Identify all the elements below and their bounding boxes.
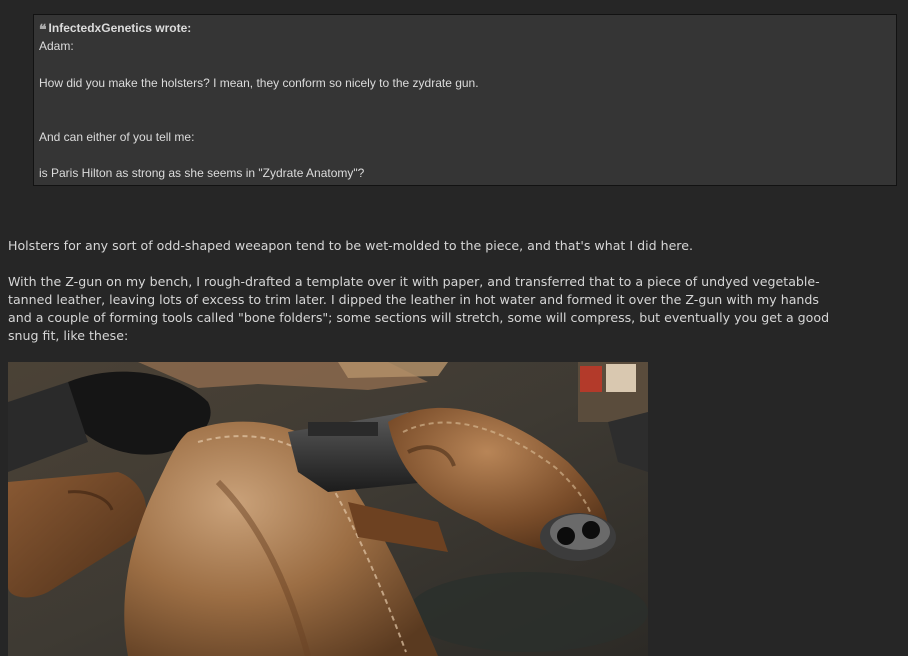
- post-line: and a couple of forming tools called "bo…: [8, 310, 830, 325]
- quote-line: Adam:: [39, 39, 74, 53]
- holster-photo: [8, 362, 648, 656]
- post-line: snug fit, like these:: [8, 328, 129, 343]
- post-line: With the Z-gun on my bench, I rough-draf…: [8, 274, 820, 289]
- quote-box: ❝ InfectedxGenetics wrote: Adam: How did …: [33, 14, 897, 186]
- quote-header: ❝ InfectedxGenetics wrote:: [39, 21, 191, 37]
- quote-icon: ❝: [39, 22, 46, 38]
- quote-line: And can either of you tell me:: [39, 130, 195, 144]
- post-paragraph: With the Z-gun on my bench, I rough-draf…: [8, 273, 904, 345]
- quote-author: InfectedxGenetics wrote:: [48, 21, 192, 35]
- quote-line: is Paris Hilton as strong as she seems i…: [39, 166, 365, 180]
- post-line: tanned leather, leaving lots of excess t…: [8, 292, 819, 307]
- post-paragraph: Holsters for any sort of odd-shaped weea…: [8, 238, 693, 253]
- quote-line: How did you make the holsters? I mean, t…: [39, 76, 479, 90]
